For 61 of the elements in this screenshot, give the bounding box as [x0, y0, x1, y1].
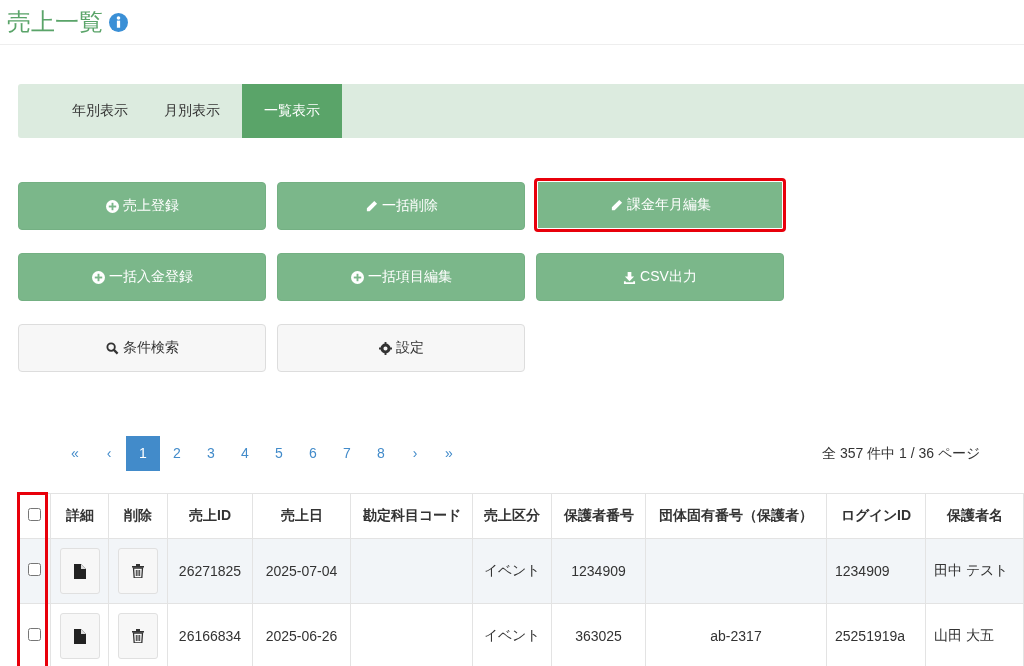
column-header: 保護者名	[925, 493, 1024, 539]
detail-button[interactable]	[59, 548, 100, 594]
column-header: 売上日	[252, 493, 351, 539]
delete-button[interactable]	[118, 548, 158, 594]
next-page-link[interactable]: ›	[398, 436, 432, 471]
tab[interactable]: 一覧表示	[242, 84, 342, 138]
select-all-checkbox[interactable]	[28, 508, 41, 521]
pencil-icon	[364, 199, 378, 213]
action-button[interactable]: 設定	[277, 324, 525, 372]
trash-icon	[132, 629, 144, 643]
tab[interactable]: 年別表示	[54, 84, 146, 138]
record-count: 全 357 件中 1 / 36 ページ	[822, 444, 980, 463]
column-header: ログインID	[826, 493, 926, 539]
plus-circle-icon	[105, 199, 119, 213]
table-cell: 2025-07-04	[252, 538, 351, 604]
page-link[interactable]: 6	[296, 436, 330, 471]
page-link[interactable]: 3	[194, 436, 228, 471]
gear-icon	[378, 341, 392, 355]
first-page-link[interactable]: «	[58, 436, 92, 471]
column-header: 勘定科目コード	[350, 493, 473, 539]
row-checkbox[interactable]	[28, 628, 41, 641]
trash-icon	[132, 564, 144, 578]
action-button[interactable]: CSV出力	[536, 253, 784, 301]
column-header: 保護者番号	[551, 493, 646, 539]
action-button[interactable]: 一括項目編集	[277, 253, 525, 301]
tab[interactable]: 月別表示	[146, 84, 238, 138]
plus-circle-icon	[350, 270, 364, 284]
page-link[interactable]: 7	[330, 436, 364, 471]
action-button[interactable]: 売上登録	[18, 182, 266, 230]
page-link[interactable]: 2	[160, 436, 194, 471]
table-cell: イベント	[472, 538, 552, 604]
page-link[interactable]: 5	[262, 436, 296, 471]
page-link[interactable]: 1	[126, 436, 160, 471]
download-icon	[623, 270, 637, 284]
action-button[interactable]: 条件検索	[18, 324, 266, 372]
column-header: 詳細	[50, 493, 109, 539]
column-header: 削除	[108, 493, 168, 539]
detail-button[interactable]	[59, 613, 100, 659]
column-header: 売上ID	[167, 493, 253, 539]
last-page-link[interactable]: »	[432, 436, 466, 471]
search-icon	[105, 341, 119, 355]
column-header: 売上区分	[472, 493, 552, 539]
previous-page-link[interactable]: ‹	[92, 436, 126, 471]
page-link[interactable]: 4	[228, 436, 262, 471]
document-icon	[73, 628, 86, 644]
table-cell: 1234909	[551, 538, 646, 604]
page-link[interactable]: 8	[364, 436, 398, 471]
table-cell: 26271825	[167, 538, 253, 604]
table-cell: 1234909	[826, 538, 926, 604]
column-header: 団体固有番号（保護者）	[645, 493, 827, 539]
document-icon	[73, 563, 86, 579]
plus-circle-icon	[91, 270, 105, 284]
info-icon[interactable]	[109, 12, 128, 32]
delete-button[interactable]	[118, 613, 158, 659]
action-button[interactable]: 課金年月編集	[534, 178, 786, 232]
pencil-icon	[609, 198, 623, 212]
action-button[interactable]: 一括削除	[277, 182, 525, 230]
page-title: 売上一覧	[7, 7, 103, 37]
action-button[interactable]: 一括入金登録	[18, 253, 266, 301]
row-checkbox[interactable]	[28, 563, 41, 576]
table-cell: 田中 テスト	[925, 538, 1024, 604]
